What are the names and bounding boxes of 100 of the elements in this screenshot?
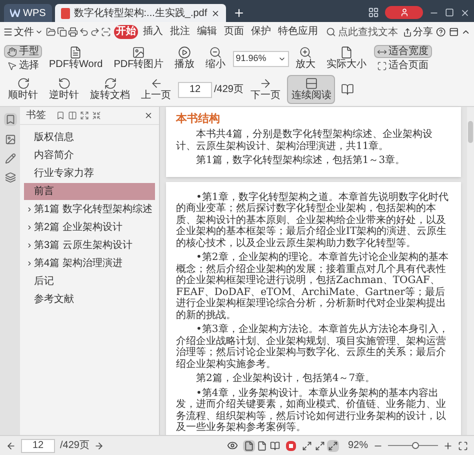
eye-icon[interactable]	[226, 440, 238, 451]
scan-icon[interactable]	[101, 27, 111, 37]
page-field[interactable]: 12	[178, 82, 212, 98]
bookmark-item[interactable]: 第1篇 数字化转型架构综述	[24, 201, 155, 218]
toolbar-button[interactable]: 手型	[4, 45, 42, 58]
expand-caret-icon[interactable]	[26, 206, 32, 213]
zoom-field[interactable]: 91.96%	[232, 50, 289, 66]
share-button[interactable]: 分享	[403, 24, 433, 40]
layers-icon[interactable]	[4, 172, 16, 183]
menu-tab[interactable]: 插入	[141, 25, 165, 39]
paragraph: •第3章，企业架构方法论。本章首先从方法论本身引入，介绍企业战略计划、企业架构规划、项目实施管理、架构运营治理等；然后讨论企业架构与数字化、云原生的关系；最后介绍企业架构实施参考。	[176, 324, 450, 370]
document-tab[interactable]: 数字化转型架构:...生实践_.pdf	[54, 4, 226, 22]
view-mode-button[interactable]	[242, 440, 255, 452]
toolbar-button[interactable]: PDF转图片	[110, 44, 168, 73]
toolbar-button[interactable]: 连续阅读	[287, 75, 336, 104]
expand-caret-icon[interactable]	[26, 242, 32, 249]
layout-button[interactable]	[300, 440, 313, 452]
document-icon	[69, 46, 82, 59]
toolbar-button[interactable]: 选择	[4, 59, 42, 72]
menu-tab[interactable]: 页面	[222, 25, 246, 39]
play-icon	[178, 46, 192, 59]
grid-icon[interactable]	[368, 7, 379, 18]
view-mode-button[interactable]	[268, 440, 281, 452]
toolbar-button[interactable]: 适合宽度	[374, 45, 432, 58]
zoom-in-icon	[299, 46, 312, 59]
menu-tab[interactable]: 编辑	[195, 25, 219, 39]
bookmark-item[interactable]: 版权信息	[24, 129, 155, 146]
expand-caret-icon[interactable]	[26, 224, 32, 231]
new-tab-icon[interactable]	[233, 7, 246, 19]
panel-icon[interactable]	[448, 27, 458, 37]
columns-icon[interactable]	[68, 111, 77, 120]
expand-caret-icon[interactable]	[26, 260, 32, 267]
help-icon[interactable]	[436, 27, 446, 37]
pencil-icon[interactable]	[4, 153, 16, 164]
zoom-slider[interactable]	[388, 440, 438, 450]
undo-icon[interactable]	[79, 27, 89, 37]
close-icon[interactable]	[144, 111, 153, 120]
search-icon	[326, 27, 336, 37]
menu-tab[interactable]: 批注	[168, 25, 192, 39]
app-tab[interactable]: WPS	[4, 4, 52, 22]
print-icon[interactable]	[68, 27, 78, 37]
bookmark-item[interactable]: 前言	[24, 183, 155, 200]
toolbar-button[interactable]: PDF转Word	[45, 44, 107, 73]
book-icon	[341, 83, 354, 96]
rotate-counterclockwise-icon	[58, 77, 70, 90]
fit-icon	[314, 440, 325, 450]
pdf-file-icon	[60, 8, 70, 18]
page-field[interactable]: 12	[21, 438, 55, 452]
toolbar-button[interactable]: 顺时针	[4, 75, 42, 104]
page-total: /429页	[60, 439, 90, 453]
expand-icon[interactable]	[80, 111, 89, 120]
close-icon[interactable]	[211, 8, 220, 18]
toolbar-button[interactable]: 播放	[170, 44, 199, 73]
toolbar-button[interactable]: 缩小	[202, 44, 230, 73]
toolbar-button[interactable]: 旋转文档	[86, 75, 134, 104]
file-menu[interactable]: 文件	[3, 24, 43, 40]
close-icon[interactable]	[460, 8, 470, 18]
bookmark-item[interactable]: 参考文献	[24, 291, 155, 308]
arrow-right-icon[interactable]	[94, 440, 104, 450]
toolbar-button[interactable]: 放大	[292, 44, 320, 73]
menu-tab[interactable]: 开始	[114, 25, 138, 39]
section-heading: 本书结构	[176, 112, 221, 126]
toolbar-button[interactable]: 适合页面	[374, 59, 432, 72]
folder-icon[interactable]	[46, 27, 56, 37]
bookmark-icon[interactable]	[56, 111, 65, 120]
corners-icon	[376, 60, 387, 70]
bookmark-item[interactable]: 第3篇 云原生架构设计	[24, 237, 155, 254]
scrollbar[interactable]	[467, 107, 474, 435]
bookmark-item[interactable]: 内容简介	[24, 147, 155, 164]
thumbnail-icon[interactable]	[4, 134, 16, 145]
record-icon[interactable]	[286, 440, 296, 450]
bookmark-item[interactable]: 第2篇 企业架构设计	[24, 219, 155, 236]
shrink-icon[interactable]	[92, 111, 101, 120]
toolbar-button[interactable]: 逆时针	[45, 75, 83, 104]
view-mode-button[interactable]	[256, 440, 268, 452]
redo-icon[interactable]	[90, 27, 100, 37]
paragraph: •第4章，业务架构设计。本章从业务架构的基本内容出发，进而介绍关键要素，如商业模式、价值链、业务能力、业务流程、组织架构等，然后讨论如何进行业务架构的设计，以及一些业务架构参考案例等。	[176, 388, 447, 434]
search-field[interactable]: 点此查找文本	[326, 24, 400, 40]
bookmark-item[interactable]: 行业专家力荐	[24, 165, 155, 182]
arrow-left-icon[interactable]	[6, 440, 16, 450]
book-icon	[270, 440, 280, 450]
menu-tab[interactable]: 保护	[249, 25, 273, 39]
copy-icon[interactable]	[57, 27, 67, 37]
bookmark-tab[interactable]	[4, 113, 16, 126]
layout-button[interactable]	[326, 440, 339, 452]
layout-button[interactable]	[314, 440, 326, 452]
toolbar-button[interactable]: 下一页	[246, 75, 284, 104]
menu-tab[interactable]: 特色应用	[276, 25, 320, 39]
bookmark-icon	[4, 114, 16, 125]
toolbar-button[interactable]: 上一页	[137, 75, 175, 104]
maximize-icon[interactable]	[445, 8, 454, 17]
account-button[interactable]	[385, 6, 423, 19]
share-icon	[403, 28, 412, 36]
menu-icon	[3, 27, 13, 37]
bookmark-item[interactable]: 第4篇 架构治理演进	[24, 255, 155, 272]
fullscreen-icon[interactable]	[458, 440, 468, 450]
arrow-left-icon	[150, 77, 162, 90]
bookmark-item[interactable]: 后记	[24, 273, 155, 290]
zoom-in-icon[interactable]	[443, 440, 453, 450]
toolbar-button[interactable]: 实际大小	[322, 44, 371, 73]
